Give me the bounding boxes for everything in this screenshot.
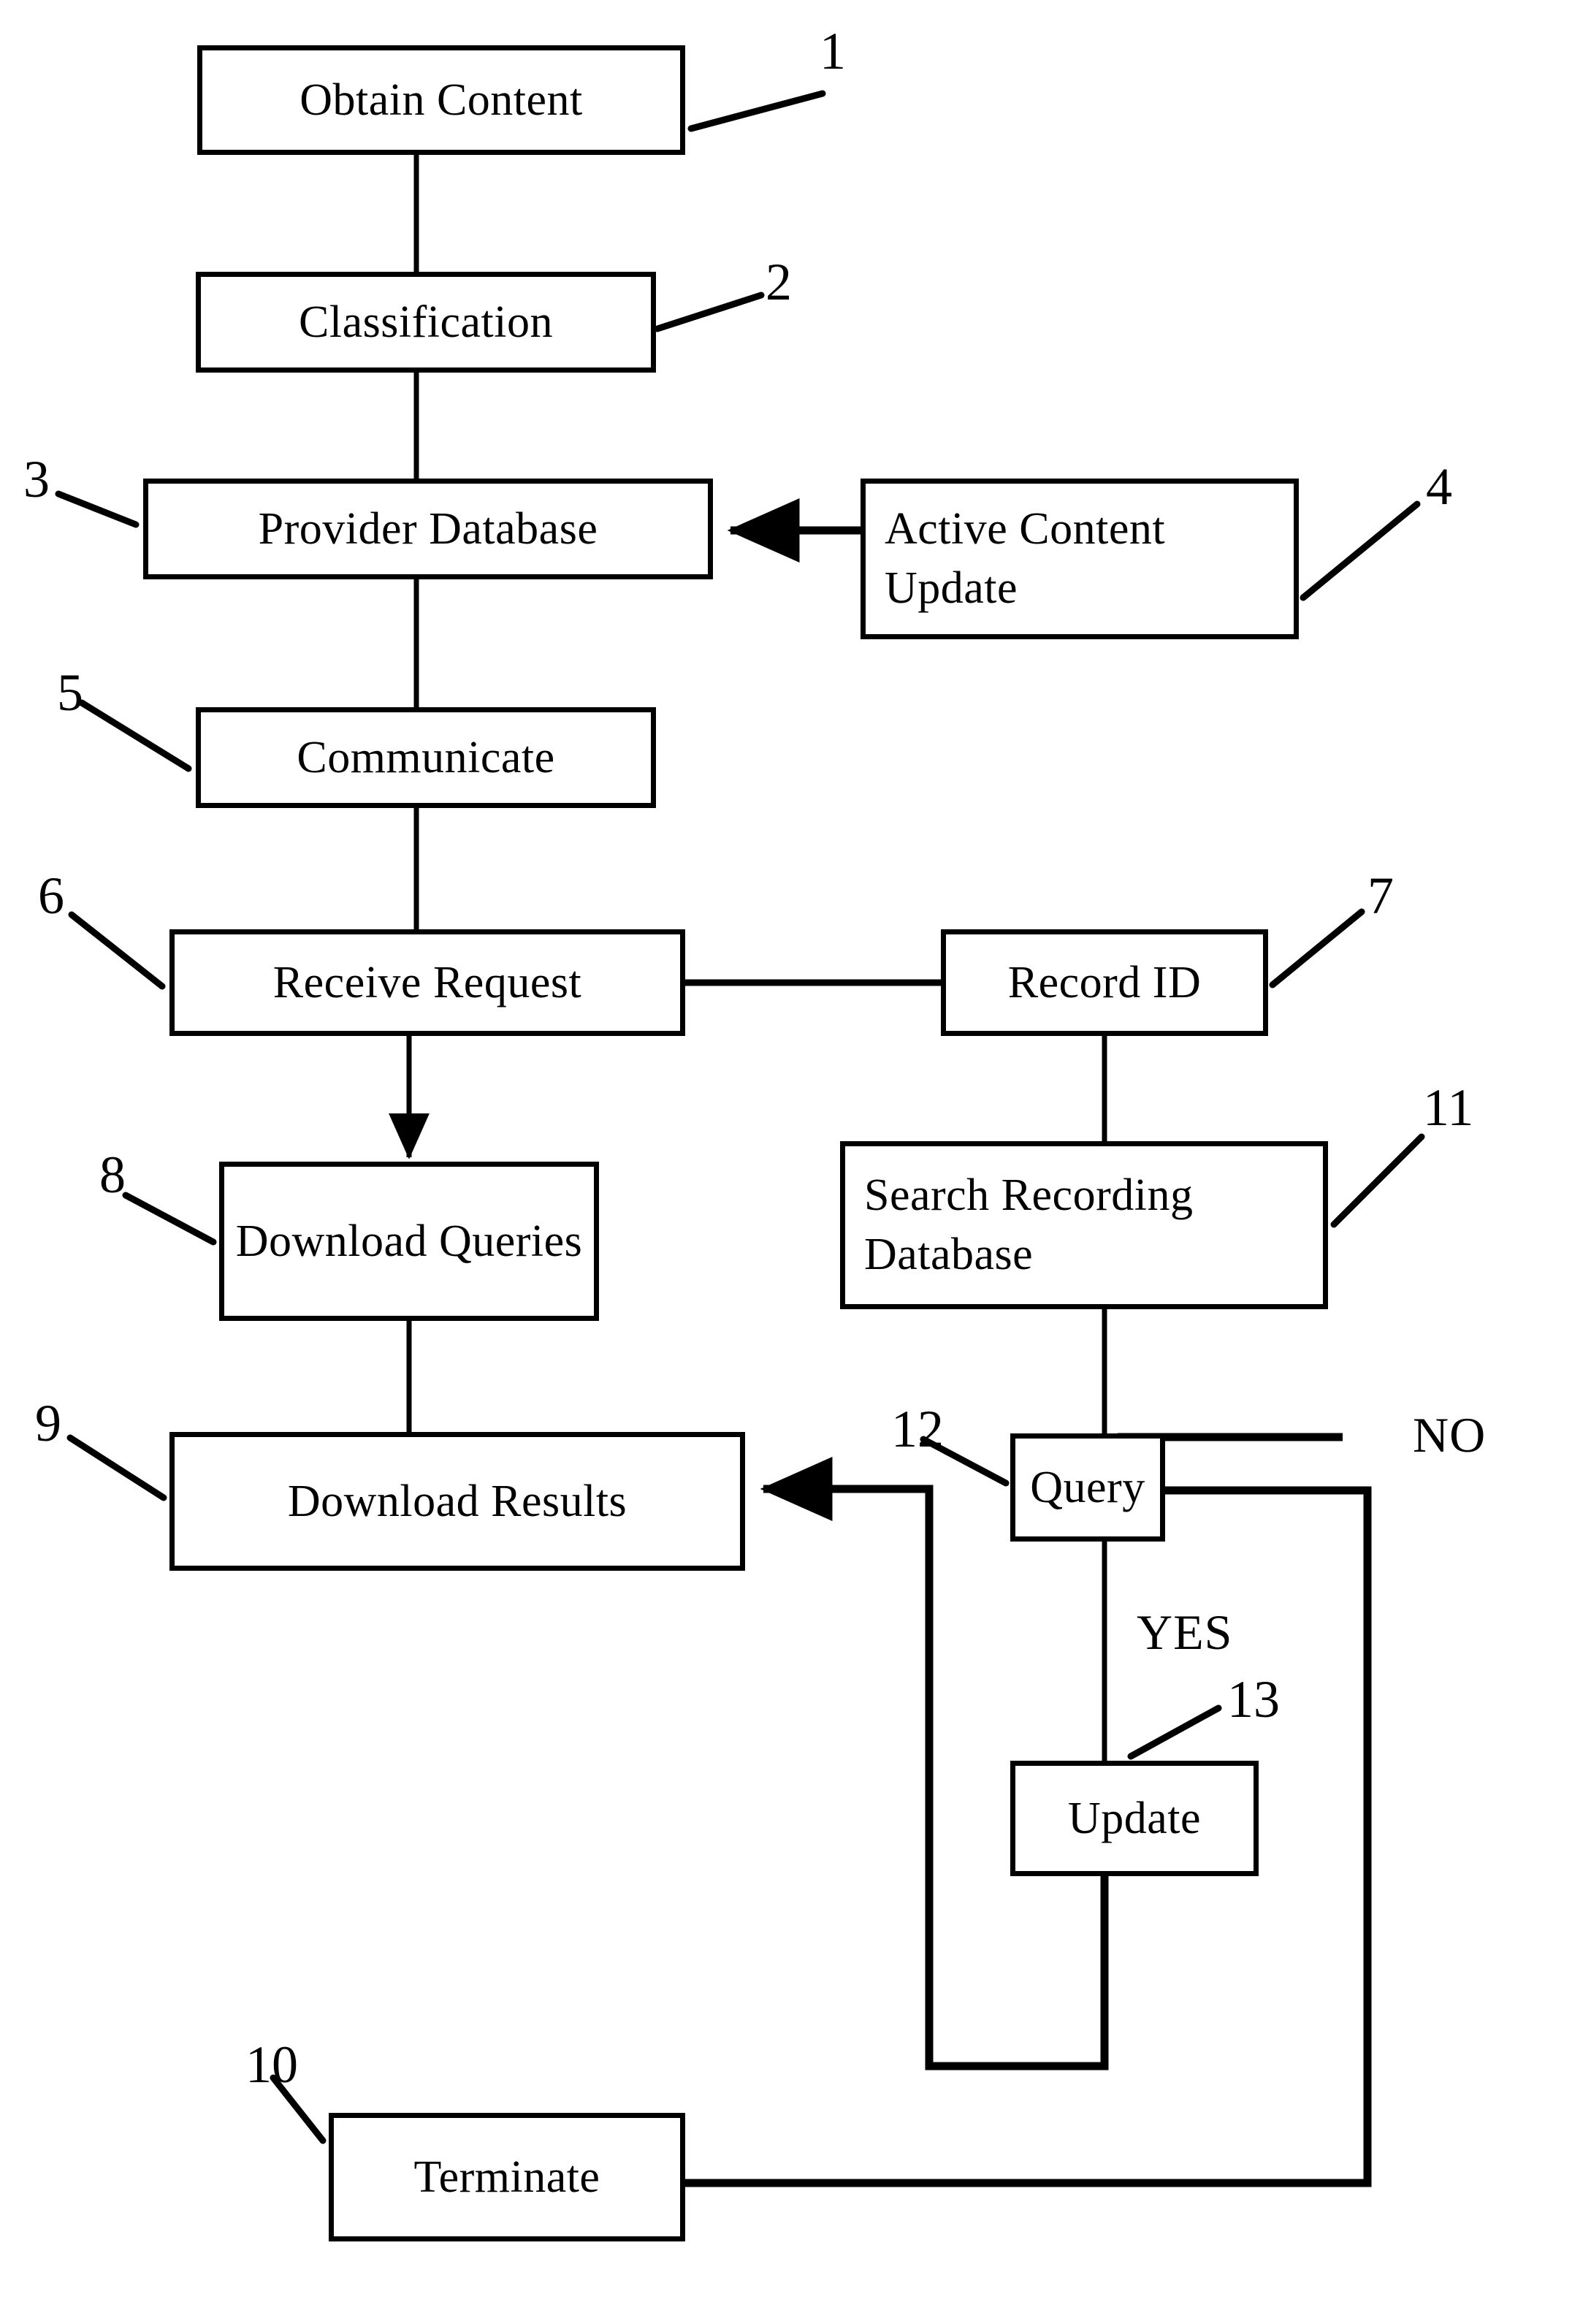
leader-13: [1127, 1704, 1222, 1760]
reference-numeral-11: 11: [1423, 1078, 1474, 1137]
reference-numeral-8: 8: [99, 1146, 126, 1204]
branch-label-no: NO: [1413, 1407, 1487, 1463]
node-label: Record ID: [1007, 957, 1202, 1007]
node-search-recording-database[interactable]: Search Recording Database: [840, 1141, 1328, 1309]
node-label: Download Queries: [235, 1216, 583, 1266]
reference-numeral-7: 7: [1367, 866, 1394, 925]
reference-numeral-9: 9: [35, 1394, 61, 1452]
reference-numeral-5: 5: [57, 663, 83, 722]
reference-numeral-2: 2: [766, 253, 792, 311]
branch-label-yes: YES: [1137, 1604, 1233, 1660]
node-label: Search Recording Database: [864, 1170, 1194, 1279]
node-record-id[interactable]: Record ID: [941, 929, 1268, 1036]
node-update[interactable]: Update: [1010, 1761, 1259, 1876]
node-classification[interactable]: Classification: [196, 272, 656, 373]
leader-6: [68, 911, 166, 990]
reference-numeral-4: 4: [1426, 457, 1452, 516]
leader-9: [66, 1434, 167, 1501]
node-label: Query: [1030, 1462, 1145, 1512]
node-obtain-content[interactable]: Obtain Content: [197, 45, 685, 155]
leader-3: [55, 490, 140, 528]
node-label: Receive Request: [272, 957, 582, 1007]
node-active-content-update[interactable]: Active Content Update: [861, 479, 1299, 639]
leader-7: [1269, 908, 1365, 988]
node-label: Classification: [299, 297, 553, 347]
node-label: Download Results: [287, 1476, 627, 1526]
node-download-results[interactable]: Download Results: [169, 1432, 745, 1571]
leader-1: [687, 90, 826, 132]
reference-numeral-10: 10: [245, 2035, 298, 2094]
node-terminate[interactable]: Terminate: [329, 2113, 685, 2241]
node-query[interactable]: Query: [1010, 1433, 1165, 1542]
node-communicate[interactable]: Communicate: [196, 707, 656, 808]
reference-numeral-1: 1: [820, 22, 846, 80]
node-download-queries[interactable]: Download Queries: [219, 1162, 599, 1321]
node-label: Terminate: [413, 2152, 600, 2202]
node-label: Active Content Update: [885, 504, 1166, 613]
node-label: Update: [1067, 1793, 1202, 1843]
node-provider-database[interactable]: Provider Database: [143, 479, 713, 579]
node-label: Obtain Content: [299, 75, 583, 125]
node-label: Provider Database: [258, 503, 598, 554]
reference-numeral-13: 13: [1227, 1670, 1280, 1729]
reference-numeral-3: 3: [23, 450, 50, 508]
leader-4: [1300, 500, 1421, 601]
leader-8: [122, 1192, 217, 1246]
patent-flowchart-figure: Obtain Content Classification Provider D…: [0, 0, 1591, 2324]
leader-11: [1330, 1133, 1425, 1228]
reference-numeral-6: 6: [38, 866, 64, 925]
reference-numeral-12: 12: [891, 1400, 944, 1458]
leader-2: [654, 292, 765, 332]
node-label: Communicate: [297, 732, 555, 782]
leader-5: [78, 699, 192, 772]
node-receive-request[interactable]: Receive Request: [169, 929, 685, 1036]
